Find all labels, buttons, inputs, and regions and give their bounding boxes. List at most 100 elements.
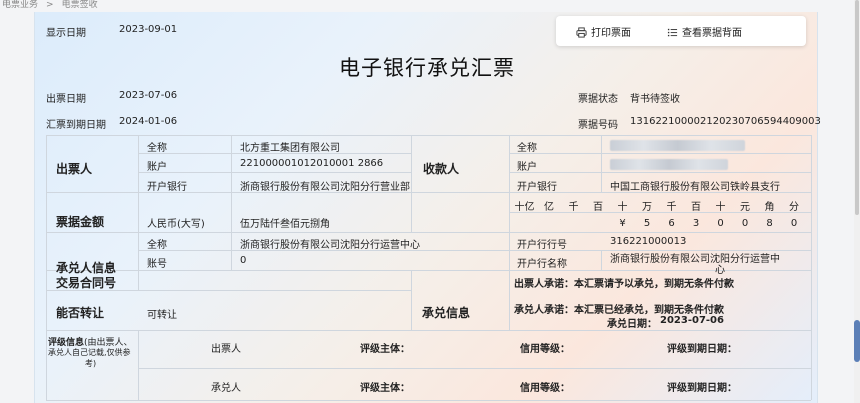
drawer-account-value: 221000001012010001 2866	[240, 158, 384, 169]
amount-digit-value: 5	[643, 218, 651, 229]
issue-date-value: 2023-07-06	[119, 90, 178, 101]
table-border	[46, 135, 47, 400]
drawer-account-label: 账户	[147, 162, 167, 173]
amount-digit-header: 亿	[544, 202, 554, 213]
amount-digit-value: 0	[717, 218, 724, 229]
amount-digit-header: 十	[617, 202, 628, 213]
payee-bank-label: 开户银行	[517, 182, 557, 193]
amount-digit-header: 百	[691, 202, 701, 213]
amount-digit-value: ¥	[619, 218, 626, 229]
bill-status-value: 背书待签收	[630, 94, 680, 105]
amount-in-words: 伍万陆仟叁佰元捌角	[240, 219, 330, 230]
issue-date-label: 出票日期	[46, 94, 86, 105]
scroll-position-knob[interactable]	[854, 320, 860, 362]
drawer-section-label: 出票人	[56, 162, 93, 176]
table-rule	[138, 135, 139, 290]
breadcrumb-item-bill-receipt: 电票签收	[61, 0, 98, 10]
page-scrollbar-thumb[interactable]	[855, 0, 859, 215]
breadcrumb: 电票业务 > 电票签收	[0, 0, 860, 12]
table-rule	[509, 153, 811, 154]
amount-digit-value: 0	[741, 218, 749, 229]
acceptor-bank-name-label: 开户行名称	[517, 259, 567, 270]
breadcrumb-item-bill-business[interactable]: 电票业务	[2, 0, 38, 10]
due-date-value: 2024-01-06	[119, 116, 178, 127]
table-rule	[509, 135, 510, 330]
transferable-value: 可转让	[147, 310, 177, 321]
amount-digit-value: 3	[692, 218, 700, 229]
table-rule	[601, 250, 602, 270]
view-back-button-label: 查看票据背面	[682, 28, 742, 39]
amount-digit-header: 十	[715, 202, 726, 213]
drawer-name-label: 全称	[147, 143, 167, 154]
amount-digit-header: 万	[642, 202, 652, 213]
electronic-bill: 打印票面 查看票据背面 显示日期 2023-09-01 电子银行承兑汇票 出票日…	[34, 12, 821, 403]
bill-number-value: 131622100002120230706594409003	[630, 116, 821, 127]
payee-account-label: 账户	[517, 162, 537, 173]
display-date-label: 显示日期	[46, 28, 86, 39]
amount-digit-header: 千	[568, 202, 579, 213]
drawer-promise: 出票人承诺：本汇票请予以承兑，到期无条件付款	[514, 279, 734, 290]
display-date-value: 2023-09-01	[119, 24, 178, 35]
breadcrumb-separator: >	[46, 0, 54, 10]
print-button-label: 打印票面	[591, 28, 631, 39]
amount-digit-header: 十亿	[514, 202, 535, 213]
acceptor-bank-no-value: 316221000013	[610, 236, 687, 247]
accept-info-label: 承兑信息	[422, 306, 471, 320]
acceptor-bank-no-label: 开户行行号	[517, 240, 567, 251]
acceptor-name-value: 浙商银行股份有限公司沈阳分行运营中心	[240, 240, 420, 251]
table-rule	[231, 135, 232, 270]
amount-digit-value: 8	[766, 218, 773, 229]
amount-digit-header: 角	[764, 202, 775, 213]
acceptor-bank-name-line2: 心	[715, 265, 725, 276]
due-date-label: 汇票到期日期	[46, 120, 106, 131]
payee-name-redacted	[610, 140, 745, 151]
rating-acceptor-level-label: 信用等级：	[520, 383, 570, 394]
table-rule	[138, 368, 811, 369]
amount-digit-header: 百	[593, 202, 603, 213]
rating-acceptor-expiry-label: 评级到期日期：	[667, 383, 737, 394]
amount-currency-label: 人民币(大写)	[147, 219, 205, 230]
payee-section-label: 收款人	[423, 162, 460, 176]
table-rule	[46, 400, 811, 401]
table-rule	[46, 232, 811, 233]
rating-acceptor-party: 承兑人	[211, 383, 241, 394]
payee-bank-value: 中国工商银行股份有限公司铁岭县支行	[610, 182, 780, 193]
table-rule	[46, 270, 811, 271]
printer-icon	[576, 27, 587, 38]
drawer-bank-value: 浙商银行股份有限公司沈阳分行营业部	[240, 182, 410, 193]
rating-drawer-level-label: 信用等级：	[520, 344, 570, 355]
rating-drawer-party: 出票人	[211, 344, 241, 355]
list-icon	[667, 28, 678, 37]
drawer-bank-label: 开户银行	[147, 182, 187, 193]
amount-digit-value: 0	[790, 218, 798, 229]
table-rule	[138, 330, 139, 400]
bill-status-label: 票据状态	[578, 94, 618, 105]
rating-acceptor-subject-label: 评级主体：	[360, 383, 410, 394]
rating-info-note: 考)	[85, 359, 97, 368]
table-rule	[411, 270, 412, 330]
page-scrollbar[interactable]	[854, 0, 860, 403]
payee-account-redacted	[610, 159, 728, 170]
accept-date-label: 承兑日期：	[607, 319, 657, 330]
table-rule	[46, 330, 811, 331]
rating-info-note: 承兑人自己记载,仅供参	[48, 348, 131, 357]
accept-date-value: 2023-07-06	[660, 315, 724, 326]
view-back-button[interactable]: 查看票据背面	[667, 24, 742, 39]
transferable-label: 能否转让	[56, 306, 105, 320]
amount-digit-header: 千	[666, 202, 677, 213]
table-border	[46, 135, 811, 136]
table-rule	[411, 135, 412, 233]
table-rule	[138, 172, 411, 173]
amount-section-label: 票据金额	[56, 215, 105, 229]
amount-digit-header: 分	[789, 202, 799, 213]
acceptor-bank-name-line1: 浙商银行股份有限公司沈阳分行运营中	[610, 254, 780, 265]
drawer-name-value: 北方重工集团有限公司	[240, 143, 340, 154]
bill-toolbar: 打印票面 查看票据背面	[556, 16, 806, 46]
amount-digit-value: 6	[668, 218, 675, 229]
contract-number-label: 交易合同号	[56, 276, 117, 290]
print-button[interactable]: 打印票面	[576, 24, 631, 39]
bill-title: 电子银行承兑汇票	[339, 56, 515, 80]
rating-drawer-expiry-label: 评级到期日期：	[667, 344, 737, 355]
rating-drawer-subject-label: 评级主体：	[360, 344, 410, 355]
amount-digit-header: 元	[740, 202, 750, 213]
